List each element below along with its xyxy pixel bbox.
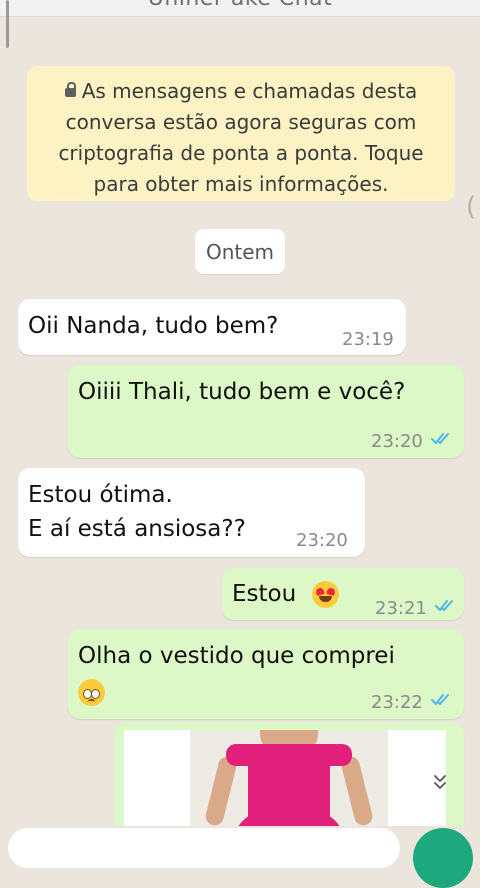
message-bubble-outgoing[interactable]: Olha o vestido que comprei 23:22 bbox=[68, 629, 464, 719]
message-time: 23:22 bbox=[371, 692, 423, 713]
scroll-indicator bbox=[6, 0, 9, 48]
message-text: Estou bbox=[232, 581, 297, 607]
notice-line: As mensagens e chamadas desta bbox=[45, 76, 437, 107]
chevron-down-icon[interactable] bbox=[433, 772, 447, 792]
notice-line: para obter mais informações. bbox=[93, 172, 389, 196]
heart-eyes-emoji-icon bbox=[312, 581, 339, 608]
message-text: Estou ótima. bbox=[28, 482, 173, 508]
image-message-preview[interactable] bbox=[124, 730, 446, 840]
message-text: Olha o vestido que comprei bbox=[78, 643, 395, 669]
read-receipt-icon bbox=[431, 694, 449, 705]
message-bubble-incoming[interactable]: Oii Nanda, tudo bem? 23:19 bbox=[18, 299, 406, 355]
lock-icon bbox=[64, 82, 76, 97]
date-divider: Ontem bbox=[195, 229, 285, 274]
notice-line: conversa estão agora seguras com bbox=[65, 110, 417, 134]
dress-photo bbox=[190, 730, 388, 840]
notice-line: criptografia de ponta a ponta. Toque bbox=[58, 141, 424, 165]
message-bubble-outgoing[interactable]: Estou 23:21 bbox=[222, 568, 464, 620]
message-time: 23:20 bbox=[296, 530, 348, 551]
pleading-face-emoji-icon bbox=[78, 679, 105, 706]
wallpaper-doodle: ( bbox=[465, 192, 476, 222]
message-input[interactable] bbox=[8, 828, 400, 868]
message-bubble-outgoing[interactable]: Oiiii Thali, tudo bem e você? 23:20 bbox=[68, 365, 464, 458]
message-time: 23:21 bbox=[375, 598, 427, 619]
mic-button[interactable] bbox=[413, 828, 473, 888]
read-receipt-icon bbox=[431, 433, 449, 444]
message-time: 23:19 bbox=[342, 329, 394, 350]
message-text: Oiiii Thali, tudo bem e você? bbox=[78, 379, 406, 405]
message-time: 23:20 bbox=[371, 431, 423, 452]
message-text: Oii Nanda, tudo bem? bbox=[28, 313, 279, 339]
app-watermark: Uniner ake Chat bbox=[0, 0, 480, 11]
message-bubble-incoming[interactable]: Estou ótima. E aí está ansiosa?? 23:20 bbox=[18, 468, 365, 557]
encryption-notice[interactable]: As mensagens e chamadas desta conversa e… bbox=[27, 66, 455, 201]
read-receipt-icon bbox=[435, 600, 453, 611]
message-text: E aí está ansiosa?? bbox=[28, 516, 246, 542]
